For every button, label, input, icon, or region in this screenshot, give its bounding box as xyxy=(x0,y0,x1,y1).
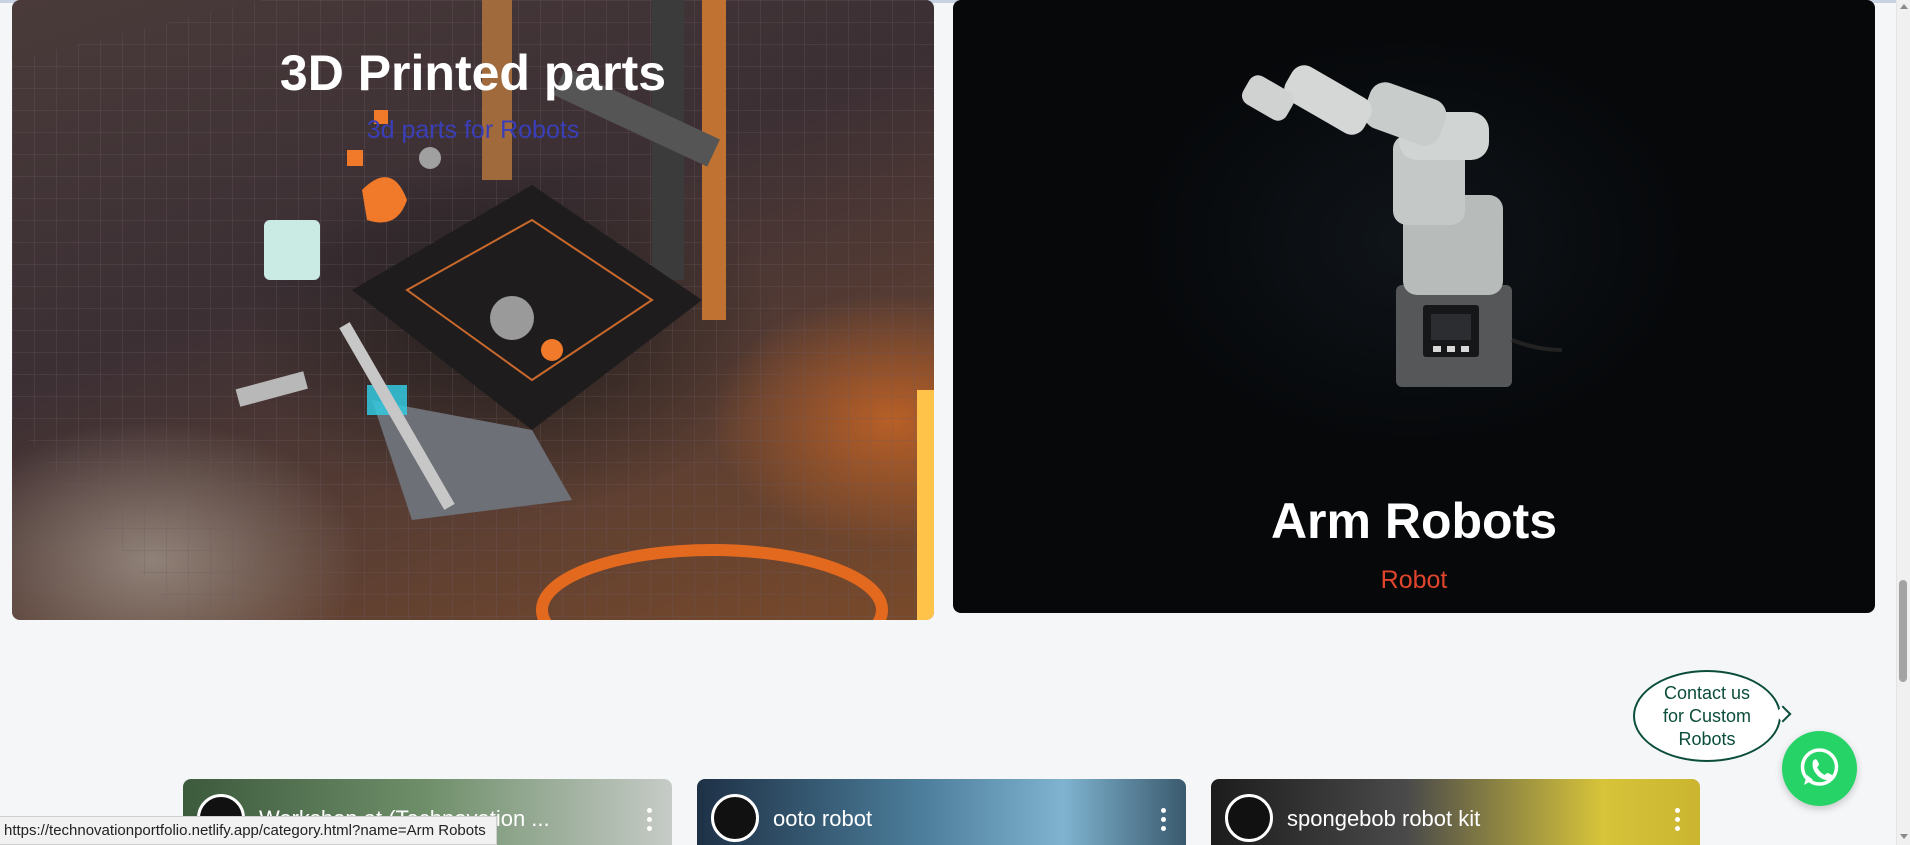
video-title[interactable]: spongebob robot kit xyxy=(1287,806,1480,832)
channel-logo-icon[interactable] xyxy=(711,794,759,842)
contact-bubble[interactable]: Contact us for Custom Robots xyxy=(1633,670,1781,762)
card-title: Arm Robots xyxy=(1270,493,1558,549)
video-title[interactable]: ooto robot xyxy=(773,806,872,832)
more-vert-icon[interactable] xyxy=(1675,808,1680,832)
card-title: 3D Printed parts xyxy=(279,45,667,101)
youtube-video-card[interactable]: spongebob robot kit xyxy=(1211,779,1700,845)
card-subtitle: 3d parts for Robots xyxy=(366,116,580,144)
card-subtitle: Robot xyxy=(1380,566,1448,594)
scrollbar-thumb[interactable] xyxy=(1899,580,1907,682)
page-scrollbar[interactable] xyxy=(1896,0,1910,845)
whatsapp-button[interactable] xyxy=(1782,731,1857,806)
scroll-down-arrow-icon[interactable] xyxy=(1900,834,1908,839)
scroll-up-arrow-icon[interactable] xyxy=(1900,4,1908,9)
category-card-arm-robots[interactable]: Arm Robots Robot xyxy=(953,0,1875,613)
status-bar-url: https://technovationportfolio.netlify.ap… xyxy=(0,816,497,845)
youtube-video-card[interactable]: ooto robot xyxy=(697,779,1186,845)
whatsapp-icon xyxy=(1800,748,1839,786)
category-card-3d-printed-parts[interactable]: 3D Printed parts 3d parts for Robots xyxy=(12,0,934,620)
more-vert-icon[interactable] xyxy=(647,808,652,832)
channel-logo-icon[interactable] xyxy=(1225,794,1273,842)
more-vert-icon[interactable] xyxy=(1161,808,1166,832)
contact-text: Contact us for Custom Robots xyxy=(1662,682,1752,749)
